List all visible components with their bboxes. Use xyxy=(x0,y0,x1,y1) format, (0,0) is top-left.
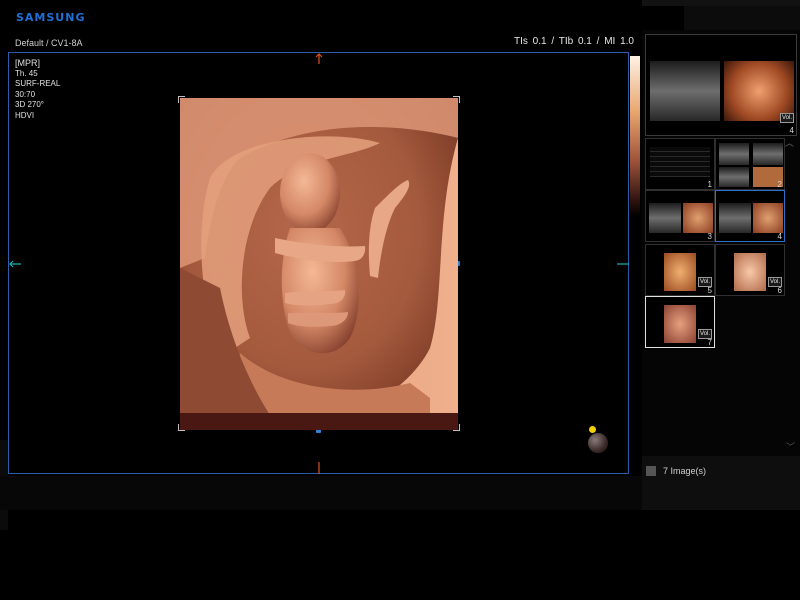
trackball-ball-icon[interactable] xyxy=(588,433,608,453)
main-thumb-vol-tag: Vol. xyxy=(779,113,794,123)
info-render-mode: SURF-REAL xyxy=(15,79,61,88)
chevron-down-icon[interactable]: ﹀ xyxy=(786,440,795,453)
bottom-orientation-marker xyxy=(318,462,320,474)
main-thumbnail[interactable]: Vol. 4 xyxy=(645,34,797,136)
thumb-image xyxy=(664,253,696,291)
thumb-report xyxy=(650,147,710,177)
thumb-image xyxy=(753,203,783,233)
thumb-image xyxy=(719,143,749,165)
top-bar-segment xyxy=(684,6,800,30)
info-ratio: 30:70 xyxy=(15,89,36,99)
thumb-image xyxy=(664,305,696,343)
info-mode: [MPR] xyxy=(15,58,41,68)
thumbnail-4[interactable]: 4 xyxy=(715,190,785,242)
gray-scale-bar xyxy=(630,56,640,216)
render-corner-tl xyxy=(178,96,185,103)
thumb-number: 6 xyxy=(777,286,782,295)
info-angle: 3D 270° xyxy=(15,100,44,109)
info-thickness: Th. 45 xyxy=(15,68,38,78)
thumb-number: 3 xyxy=(707,232,712,241)
thumb-image xyxy=(719,203,751,233)
brand-logo: SAMSUNG xyxy=(16,11,86,24)
trackball-cursor-icon[interactable] xyxy=(589,426,596,433)
chevron-up-icon[interactable]: ︿ xyxy=(785,136,794,149)
info-hdvi: HDVI xyxy=(15,110,35,120)
thumb-number: 1 xyxy=(707,180,712,189)
thumb-image xyxy=(683,203,713,233)
render-corner-br xyxy=(453,424,460,431)
thumbnail-2[interactable]: 2 xyxy=(715,138,785,190)
main-thumb-3d xyxy=(724,61,794,121)
image-count: 7 Image(s) xyxy=(663,466,707,476)
thumb-image xyxy=(753,143,783,165)
thumb-number: 5 xyxy=(707,286,712,295)
thumb-number: 4 xyxy=(777,232,782,241)
thumb-number: 7 xyxy=(707,338,712,347)
thumbnail-7[interactable]: Vol. 7 xyxy=(645,296,715,348)
thumb-image xyxy=(734,253,766,291)
thumbnail-5[interactable]: Vol. 5 xyxy=(645,244,715,296)
left-orientation-marker xyxy=(9,260,21,268)
select-all-checkbox[interactable] xyxy=(646,466,656,476)
main-thumb-number: 4 xyxy=(789,126,794,135)
3d-render-image[interactable] xyxy=(180,98,458,430)
preset-label: Default / CV1-8A xyxy=(15,38,83,48)
thumbnail-6[interactable]: Vol. 6 xyxy=(715,244,785,296)
thumb-image xyxy=(719,167,749,187)
right-orientation-marker xyxy=(617,263,629,265)
thermal-indices: TIs 0.1 / TIb 0.1 / MI 1.0 xyxy=(514,36,634,47)
image-info: [MPR] Th. 45 SURF-REAL 30:70 3D 270° HDV… xyxy=(15,58,60,121)
thumbnail-3[interactable]: 3 xyxy=(645,190,715,242)
panel-footer xyxy=(642,456,800,510)
main-thumb-2d xyxy=(650,61,720,121)
thumb-number: 2 xyxy=(777,180,782,189)
render-corner-tr xyxy=(453,96,460,103)
bottom-strip xyxy=(0,476,642,510)
thumb-image xyxy=(649,203,681,233)
top-orientation-marker xyxy=(315,53,323,64)
thumbnail-1[interactable]: 1 xyxy=(645,138,715,190)
render-corner-bl xyxy=(178,424,185,431)
